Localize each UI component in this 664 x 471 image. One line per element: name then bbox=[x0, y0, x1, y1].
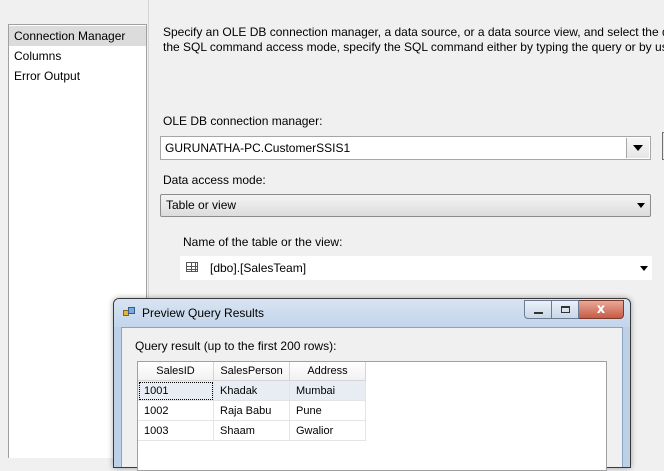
table-icon bbox=[186, 262, 198, 272]
maximize-icon bbox=[560, 306, 570, 313]
table-cell[interactable]: Mumbai bbox=[289, 380, 366, 401]
query-result-label: Query result (up to the first 200 rows): bbox=[135, 339, 337, 353]
table-cell[interactable]: Shaam bbox=[213, 420, 290, 441]
access-mode-label: Data access mode: bbox=[163, 173, 266, 187]
dialog-title: Preview Query Results bbox=[142, 306, 265, 320]
table-cell[interactable]: Pune bbox=[289, 400, 366, 421]
table-name-value: [dbo].[SalesTeam] bbox=[210, 261, 307, 275]
column-header-salesid[interactable]: SalesID bbox=[138, 362, 214, 381]
access-mode-combo[interactable]: Table or view bbox=[160, 194, 651, 217]
access-mode-value: Table or view bbox=[166, 198, 237, 212]
column-header-address[interactable]: Address bbox=[289, 362, 366, 381]
minimize-icon bbox=[533, 311, 543, 314]
description-line: Specify an OLE DB connection manager, a … bbox=[163, 25, 664, 39]
description-text: Specify an OLE DB connection manager, a … bbox=[163, 25, 664, 55]
table-row[interactable]: 1001 Khadak Mumbai bbox=[138, 380, 366, 401]
close-button[interactable]: x bbox=[579, 300, 624, 319]
minimize-button[interactable] bbox=[524, 300, 552, 319]
results-grid[interactable]: SalesID SalesPerson Address 1001 Khadak … bbox=[137, 361, 607, 471]
nav-item-error-output[interactable]: Error Output bbox=[9, 66, 146, 86]
table-cell[interactable]: 1001 bbox=[138, 380, 214, 401]
dialog-app-icon bbox=[123, 307, 135, 319]
table-cell[interactable]: Gwalior bbox=[289, 420, 366, 441]
results-table: SalesID SalesPerson Address 1001 Khadak … bbox=[138, 362, 366, 441]
chevron-down-icon bbox=[637, 203, 645, 208]
connection-manager-label: OLE DB connection manager: bbox=[163, 114, 323, 128]
table-cell[interactable]: Khadak bbox=[213, 380, 290, 401]
window-controls: x bbox=[524, 300, 624, 319]
nav-item-connection-manager[interactable]: Connection Manager bbox=[9, 26, 146, 46]
table-row[interactable]: 1003 Shaam Gwalior bbox=[138, 420, 366, 441]
chevron-down-icon bbox=[640, 266, 648, 271]
column-header-salesperson[interactable]: SalesPerson bbox=[213, 362, 290, 381]
connection-manager-value: GURUNATHA-PC.CustomerSSIS1 bbox=[165, 141, 351, 155]
connection-dropdown-button[interactable] bbox=[626, 138, 649, 158]
chevron-down-icon bbox=[633, 145, 643, 151]
table-name-combo[interactable]: [dbo].[SalesTeam] bbox=[180, 256, 652, 280]
maximize-button[interactable] bbox=[552, 300, 579, 319]
nav-item-columns[interactable]: Columns bbox=[9, 46, 146, 66]
dialog-titlebar[interactable]: Preview Query Results x bbox=[114, 299, 630, 327]
table-row[interactable]: 1002 Raja Babu Pune bbox=[138, 400, 366, 421]
header-row: SalesID SalesPerson Address bbox=[138, 362, 366, 381]
preview-query-results-dialog: Preview Query Results x Query result (up… bbox=[113, 298, 631, 471]
table-cell[interactable]: 1002 bbox=[138, 400, 214, 421]
table-cell[interactable]: 1003 bbox=[138, 420, 214, 441]
table-cell[interactable]: Raja Babu bbox=[213, 400, 290, 421]
connection-manager-combo[interactable]: GURUNATHA-PC.CustomerSSIS1 bbox=[160, 136, 651, 160]
dialog-client-area: Query result (up to the first 200 rows):… bbox=[121, 327, 623, 471]
close-icon: x bbox=[596, 302, 606, 317]
description-line: the SQL command access mode, specify the… bbox=[163, 40, 664, 54]
table-name-label: Name of the table or the view: bbox=[183, 235, 343, 249]
